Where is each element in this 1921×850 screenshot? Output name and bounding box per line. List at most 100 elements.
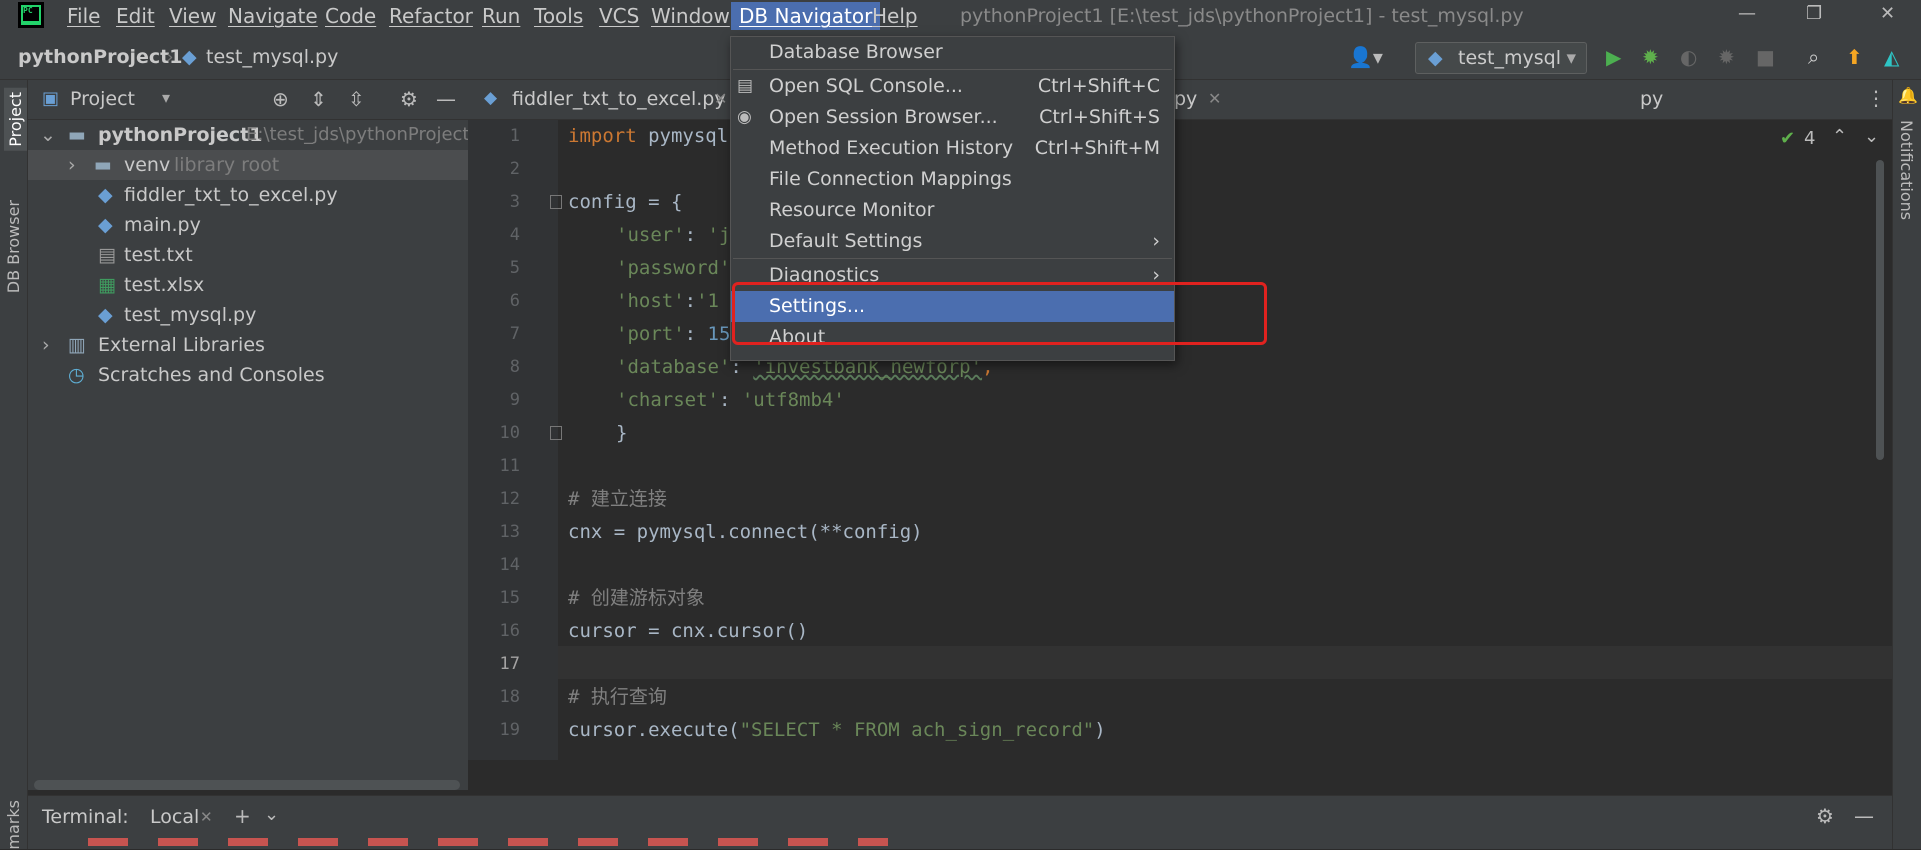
close-icon[interactable]: ✕ bbox=[1880, 0, 1895, 28]
python-file-icon: ◆ bbox=[182, 46, 197, 68]
run-icon[interactable]: ▶ bbox=[1606, 46, 1621, 68]
python-file-icon: ◆ bbox=[98, 214, 113, 236]
menu-window[interactable]: Window bbox=[651, 2, 730, 30]
chevron-down-icon[interactable]: ⌄ bbox=[264, 804, 279, 825]
terminal-label: Terminal: bbox=[42, 806, 129, 828]
breadcrumb-file[interactable]: test_mysql.py bbox=[206, 46, 338, 68]
hide-panel-icon[interactable]: — bbox=[436, 87, 456, 111]
tree-item-label: fiddler_txt_to_excel.py bbox=[124, 184, 338, 206]
current-line-highlight bbox=[558, 646, 1892, 679]
notifications-tool-tab[interactable]: Notifications bbox=[1897, 120, 1916, 220]
pycharm-logo-icon: PC bbox=[18, 2, 44, 28]
menu-item-open-sql-console[interactable]: ▤ Open SQL Console... Ctrl+Shift+C bbox=[731, 71, 1174, 102]
close-tab-icon[interactable]: ✕ bbox=[1208, 89, 1221, 108]
debug-icon[interactable]: ✹ bbox=[1642, 46, 1659, 68]
expand-all-icon[interactable]: ⇕ bbox=[310, 87, 327, 111]
terminal-tab-local[interactable]: Local bbox=[150, 806, 199, 828]
menu-navigate[interactable]: Navigate bbox=[228, 2, 318, 30]
tree-item-venv[interactable]: › ▬ venv library root bbox=[28, 150, 468, 180]
project-view-icon: ▣ bbox=[42, 88, 60, 109]
add-icon[interactable]: + bbox=[234, 804, 251, 828]
more-options-icon[interactable]: ⋮ bbox=[1866, 86, 1886, 110]
tree-item-file[interactable]: ◆ main.py bbox=[28, 210, 468, 240]
run-configuration-label: test_mysql bbox=[1458, 47, 1561, 69]
menu-separator bbox=[733, 69, 1172, 70]
code-line: 'user': 'j bbox=[616, 224, 731, 246]
menu-file[interactable]: File bbox=[67, 2, 100, 30]
tree-item-external-libraries[interactable]: › ▥ External Libraries bbox=[28, 330, 468, 360]
stop-icon[interactable]: ■ bbox=[1756, 46, 1775, 68]
menu-run[interactable]: Run bbox=[482, 2, 520, 30]
tree-item-scratches[interactable]: ◷ Scratches and Consoles bbox=[28, 360, 468, 390]
text-file-icon: ▤ bbox=[98, 244, 116, 266]
chevron-down-icon[interactable]: ▾ bbox=[162, 88, 170, 107]
line-number: 3 bbox=[509, 192, 520, 212]
code-line: # 建立连接 bbox=[568, 488, 667, 510]
update-icon[interactable]: ⬆ bbox=[1846, 46, 1863, 68]
tree-item-file[interactable]: ◆ test_mysql.py bbox=[28, 300, 468, 330]
menu-refactor[interactable]: Refactor bbox=[389, 2, 473, 30]
menu-code[interactable]: Code bbox=[325, 2, 376, 30]
line-number: 13 bbox=[499, 522, 520, 542]
user-icon[interactable]: 👤▾ bbox=[1348, 46, 1383, 68]
tab-label-visible: py bbox=[1174, 88, 1198, 110]
locate-icon[interactable]: ⊕ bbox=[272, 87, 289, 111]
menu-item-open-session-browser[interactable]: ◉ Open Session Browser... Ctrl+Shift+S bbox=[731, 102, 1174, 133]
line-number: 4 bbox=[509, 225, 520, 245]
jetbrains-ai-icon[interactable]: ◭ bbox=[1884, 46, 1899, 68]
left-tool-stripe: Project DB Browser marks bbox=[0, 80, 28, 850]
tree-item-root[interactable]: ⌄ ▬ pythonProject1 E:\test_jds\pythonPro… bbox=[28, 120, 481, 150]
vertical-scrollbar[interactable] bbox=[1876, 160, 1884, 460]
tree-item-file[interactable]: ▤ test.txt bbox=[28, 240, 468, 270]
menu-edit[interactable]: Edit bbox=[116, 2, 155, 30]
project-panel-title[interactable]: Project bbox=[70, 88, 135, 110]
fold-marker-icon[interactable] bbox=[550, 426, 562, 440]
line-number: 7 bbox=[509, 324, 520, 344]
horizontal-scrollbar[interactable] bbox=[34, 780, 460, 790]
bookmarks-tool-tab[interactable]: marks bbox=[4, 800, 23, 850]
code-line: cnx = pymysql.connect(**config) bbox=[568, 521, 923, 543]
restore-icon[interactable]: ❐ bbox=[1806, 0, 1822, 28]
tree-item-file[interactable]: ◆ fiddler_txt_to_excel.py bbox=[28, 180, 468, 210]
project-tool-tab[interactable]: Project bbox=[4, 88, 27, 151]
bell-icon[interactable]: 🔔 bbox=[1898, 86, 1918, 105]
breadcrumb-project[interactable]: pythonProject1 bbox=[18, 46, 183, 68]
chevron-up-icon[interactable]: ⌃ bbox=[1832, 126, 1847, 147]
menu-item-file-connection-mappings[interactable]: File Connection Mappings bbox=[731, 164, 1174, 195]
line-number: 15 bbox=[499, 588, 520, 608]
tree-item-file[interactable]: ▦ test.xlsx bbox=[28, 270, 468, 300]
gear-icon[interactable]: ⚙ bbox=[400, 87, 418, 111]
close-tab-icon[interactable]: ✕ bbox=[200, 808, 213, 826]
menu-db-navigator[interactable]: DB Navigator bbox=[731, 2, 881, 30]
hide-panel-icon[interactable]: — bbox=[1854, 804, 1874, 828]
menu-item-resource-monitor[interactable]: Resource Monitor bbox=[731, 195, 1174, 226]
inspection-ok-icon[interactable]: ✔ bbox=[1780, 128, 1795, 149]
run-configuration-selector[interactable]: ◆ test_mysql ▾ bbox=[1415, 42, 1587, 74]
menu-view[interactable]: View bbox=[169, 2, 216, 30]
menu-item-method-execution-history[interactable]: Method Execution History Ctrl+Shift+M bbox=[731, 133, 1174, 164]
collapse-all-icon[interactable]: ⇳ bbox=[348, 87, 365, 111]
line-number: 18 bbox=[499, 687, 520, 707]
search-icon[interactable]: ⌕ bbox=[1808, 46, 1819, 68]
minimize-icon[interactable]: — bbox=[1738, 0, 1756, 28]
close-tab-icon[interactable]: ✕ bbox=[714, 89, 727, 108]
library-icon: ▥ bbox=[68, 334, 86, 356]
gear-icon[interactable]: ⚙ bbox=[1816, 804, 1834, 828]
tab-fiddler[interactable]: ◆ fiddler_txt_to_excel.py ✕ bbox=[468, 80, 738, 120]
line-number: 2 bbox=[509, 159, 520, 179]
tree-item-label: main.py bbox=[124, 214, 201, 236]
tab-label: fiddler_txt_to_excel.py bbox=[512, 88, 726, 110]
tree-item-label: Scratches and Consoles bbox=[98, 364, 325, 386]
menu-vcs[interactable]: VCS bbox=[599, 2, 639, 30]
fold-marker-icon[interactable] bbox=[550, 195, 562, 209]
profile-icon[interactable]: ✹ bbox=[1718, 46, 1735, 68]
menu-help[interactable]: Help bbox=[872, 2, 918, 30]
menu-item-database-browser[interactable]: Database Browser bbox=[731, 37, 1174, 68]
python-icon: ◆ bbox=[1428, 47, 1443, 69]
menu-item-default-settings[interactable]: Default Settings › bbox=[731, 226, 1174, 257]
chevron-down-icon[interactable]: ⌄ bbox=[1864, 126, 1879, 147]
db-browser-tool-tab[interactable]: DB Browser bbox=[4, 200, 23, 293]
code-line: import pymysql bbox=[568, 125, 729, 147]
menu-tools[interactable]: Tools bbox=[534, 2, 583, 30]
coverage-icon[interactable]: ◐ bbox=[1680, 46, 1697, 68]
